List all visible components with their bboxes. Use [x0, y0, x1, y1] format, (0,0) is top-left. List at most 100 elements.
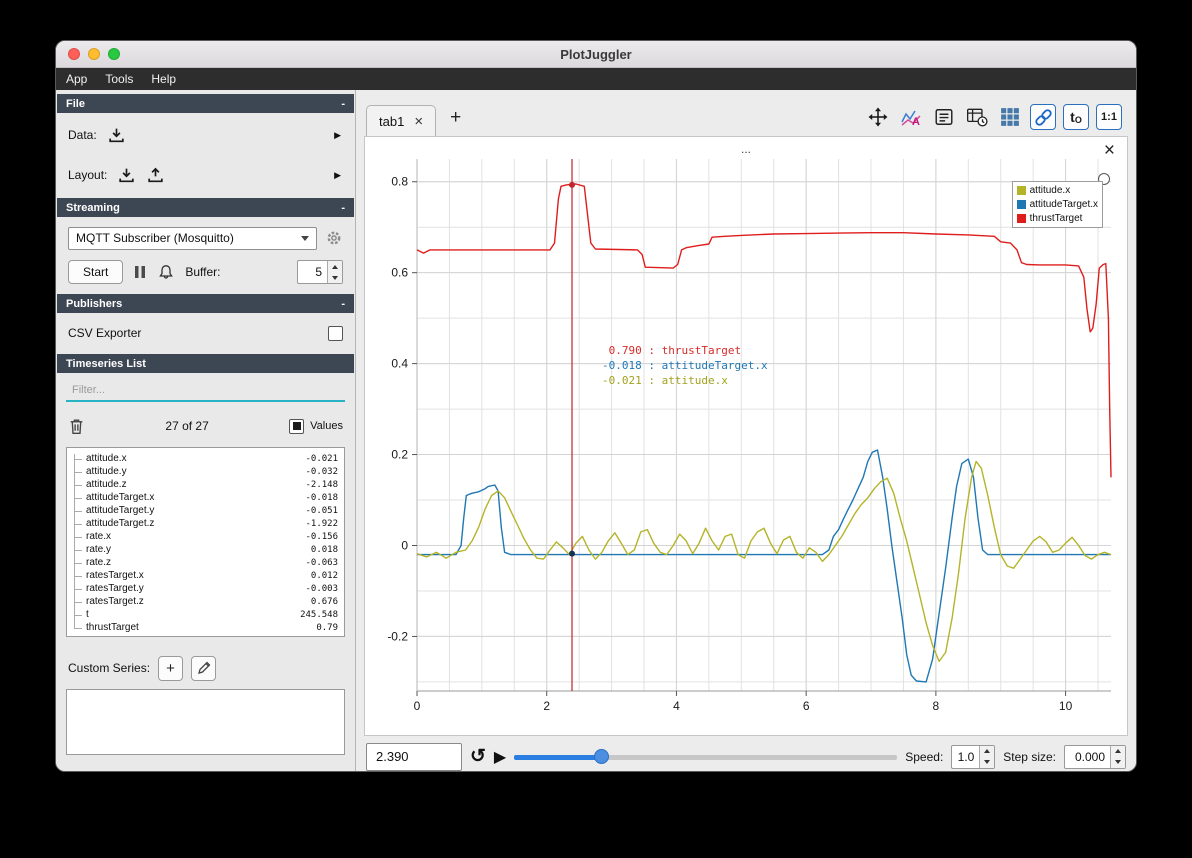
spin-up-button[interactable]	[328, 261, 342, 272]
timeseries-row[interactable]: attitude.z -2.148	[67, 478, 344, 491]
timeseries-name: attitude.x	[86, 453, 127, 464]
tooltip-line: 0.790 : thrustTarget	[602, 344, 742, 357]
plotjuggler-window: PlotJuggler App Tools Help File - Data: ▶ …	[55, 40, 1137, 772]
step-size-spinbox[interactable]: 0.000	[1064, 744, 1126, 769]
tab-close-icon[interactable]: ×	[414, 113, 423, 130]
timeseries-row[interactable]: attitudeTarget.x -0.018	[67, 491, 344, 504]
t0-button[interactable]: tO	[1063, 104, 1089, 130]
timeseries-row[interactable]: ratesTarget.y -0.003	[67, 582, 344, 595]
pencil-icon	[197, 661, 210, 674]
play-button[interactable]: ▶	[494, 747, 506, 767]
timeseries-name: ratesTarget.y	[86, 583, 144, 594]
layout-row: Layout: ▶	[56, 162, 355, 188]
timeseries-name: rate.z	[86, 557, 112, 568]
legend-entry[interactable]: attitudeTarget.x	[1016, 198, 1098, 211]
timeseries-row[interactable]: attitude.y -0.032	[67, 465, 344, 478]
spin-up-button[interactable]	[980, 745, 995, 757]
curve-style-icon: A	[901, 110, 921, 127]
spin-down-button[interactable]	[1111, 756, 1125, 768]
timeseries-row[interactable]: rate.z -0.063	[67, 556, 344, 569]
layout-menu-arrow-icon[interactable]: ▶	[334, 170, 341, 181]
load-data-button[interactable]	[107, 126, 126, 145]
spin-up-button[interactable]	[1111, 745, 1125, 757]
menu-item-tools[interactable]: Tools	[105, 72, 133, 86]
load-layout-button[interactable]	[117, 166, 136, 185]
timeline-slider-handle[interactable]	[594, 748, 610, 764]
menu-item-app[interactable]: App	[66, 72, 87, 86]
svg-text:8: 8	[933, 699, 940, 713]
start-streaming-button[interactable]: Start	[68, 260, 124, 284]
data-menu-arrow-icon[interactable]: ▶	[334, 130, 341, 141]
buffer-label: Buffer:	[185, 265, 221, 279]
timeseries-value: 0.018	[310, 544, 338, 555]
move-arrows-icon	[868, 107, 888, 127]
list-view-button[interactable]	[931, 104, 957, 130]
timeseries-value: -0.018	[305, 492, 338, 503]
time-buffer-button[interactable]	[964, 104, 990, 130]
section-header-file[interactable]: File -	[57, 94, 354, 113]
legend-entry[interactable]: thrustTarget	[1016, 212, 1098, 225]
timeseries-row[interactable]: attitudeTarget.y -0.051	[67, 504, 344, 517]
zoom-window-button[interactable]	[108, 48, 120, 60]
streaming-settings-button[interactable]	[325, 229, 343, 247]
collapse-icon[interactable]: -	[341, 98, 345, 110]
delete-series-button[interactable]	[68, 417, 85, 436]
legend-entry[interactable]: attitude.x	[1016, 184, 1098, 197]
streaming-source-select[interactable]: MQTT Subscriber (Mosquitto)	[68, 226, 317, 250]
ratio-1-1-button[interactable]: 1:1	[1096, 104, 1122, 130]
buffer-spinbox[interactable]: 5	[297, 260, 343, 284]
add-custom-series-button[interactable]: +	[158, 655, 184, 681]
svg-text:4: 4	[673, 699, 680, 713]
tab-tab1[interactable]: tab1 ×	[366, 105, 437, 137]
custom-series-list[interactable]	[66, 689, 345, 755]
svg-text:0.2: 0.2	[391, 448, 408, 462]
grid-layout-button[interactable]	[997, 104, 1023, 130]
section-header-streaming[interactable]: Streaming -	[57, 198, 354, 217]
timeseries-row[interactable]: thrustTarget 0.79	[67, 621, 344, 634]
timeseries-row[interactable]: ratesTarget.z 0.676	[67, 595, 344, 608]
csv-exporter-checkbox[interactable]	[328, 325, 343, 341]
minimize-window-button[interactable]	[88, 48, 100, 60]
plot-close-button[interactable]: ×	[1104, 140, 1115, 162]
link-time-button[interactable]	[1030, 104, 1056, 130]
collapse-icon[interactable]: -	[341, 298, 345, 310]
timeseries-name: ratesTarget.z	[86, 596, 144, 607]
spin-down-button[interactable]	[328, 272, 342, 283]
timeseries-value: -0.063	[305, 557, 338, 568]
timeseries-row[interactable]: attitude.x -0.021	[67, 452, 344, 465]
timeseries-row[interactable]: rate.x -0.156	[67, 530, 344, 543]
pause-streaming-button[interactable]	[133, 264, 147, 280]
speed-spinbox[interactable]: 1.0	[951, 744, 996, 769]
timeseries-name: attitudeTarget.y	[86, 505, 155, 516]
tracker-tooltip: 0.790 : thrustTarget -0.018 : attitudeTar…	[602, 343, 768, 388]
filter-input[interactable]	[66, 380, 345, 402]
content: File - Data: ▶ Layout: ▶ Streaming - MQT…	[56, 90, 1136, 771]
traffic-lights	[68, 48, 120, 60]
timeseries-name: t	[86, 609, 89, 620]
section-header-timeseries[interactable]: Timeseries List	[57, 354, 354, 373]
timeseries-section-title: Timeseries List	[66, 357, 146, 370]
current-time-input[interactable]	[366, 742, 462, 771]
pan-move-button[interactable]	[865, 104, 891, 130]
timeline-slider[interactable]	[514, 746, 898, 768]
menu-item-help[interactable]: Help	[151, 72, 176, 86]
close-window-button[interactable]	[68, 48, 80, 60]
notifications-button[interactable]	[157, 263, 175, 281]
timeseries-row[interactable]: ratesTarget.x 0.012	[67, 569, 344, 582]
timeseries-value: -2.148	[305, 479, 338, 490]
loop-button[interactable]: ↺	[470, 745, 486, 768]
save-layout-button[interactable]	[146, 166, 165, 185]
edit-custom-series-button[interactable]	[191, 655, 217, 681]
timeseries-value: -0.021	[305, 453, 338, 464]
timeseries-row[interactable]: attitudeTarget.z -1.922	[67, 517, 344, 530]
section-header-publishers[interactable]: Publishers -	[57, 294, 354, 313]
spin-down-button[interactable]	[980, 756, 995, 768]
values-checkbox[interactable]	[289, 418, 305, 434]
timeseries-row[interactable]: rate.y 0.018	[67, 543, 344, 556]
timeseries-row[interactable]: t 245.548	[67, 608, 344, 621]
add-tab-button[interactable]: +	[450, 107, 461, 129]
values-toggle: Values	[289, 418, 343, 434]
custom-series-row: Custom Series: +	[56, 655, 355, 681]
collapse-icon[interactable]: -	[341, 202, 345, 214]
curve-style-button[interactable]: A	[898, 104, 924, 130]
